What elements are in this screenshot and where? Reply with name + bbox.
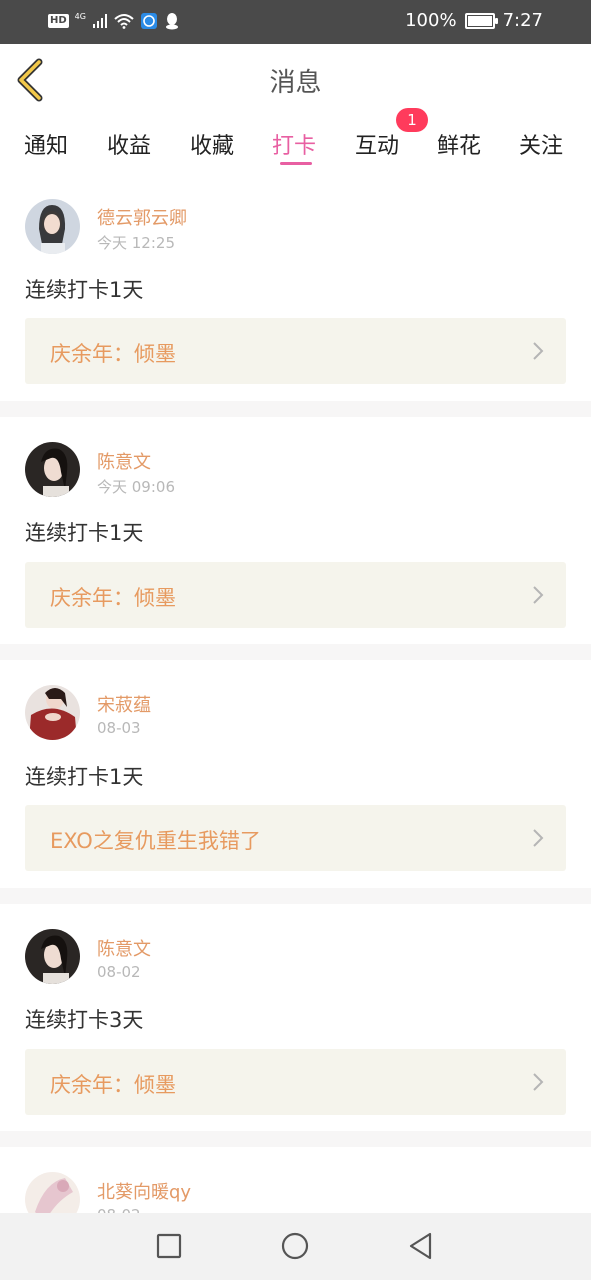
user-name[interactable]: 陈意文: [97, 448, 151, 474]
status-bar: HD 4G 100% 7:27: [0, 0, 591, 44]
message-time: 08-03: [97, 719, 141, 737]
avatar[interactable]: [25, 199, 80, 254]
back-button[interactable]: [406, 1231, 436, 1261]
user-name[interactable]: 德云郭云卿: [97, 204, 187, 230]
message-time: 08-02: [97, 1206, 141, 1213]
message-text: 连续打卡3天: [25, 1008, 144, 1032]
tab-bar: 通知 收益 收藏 打卡 互动 鲜花 关注: [0, 116, 591, 176]
tab-favorites[interactable]: 收藏: [190, 128, 234, 160]
status-icons-right: 100% 7:27: [405, 10, 543, 31]
message-card: 宋菽蕴 08-03 连续打卡1天 EXO之复仇重生我错了: [0, 660, 591, 888]
user-name[interactable]: 北葵向暖qy: [97, 1178, 191, 1204]
user-name[interactable]: 陈意文: [97, 935, 151, 961]
book-title: 庆余年：倾墨: [50, 1073, 176, 1097]
tab-flowers[interactable]: 鲜花: [437, 128, 481, 160]
tab-earnings[interactable]: 收益: [107, 128, 151, 160]
message-card: 陈意文 今天 09:06 连续打卡1天 庆余年：倾墨: [0, 417, 591, 644]
avatar[interactable]: [25, 442, 80, 497]
book-title: 庆余年：倾墨: [50, 586, 176, 610]
message-time: 今天 09:06: [97, 478, 175, 496]
hd-indicator: HD: [48, 14, 69, 28]
chevron-right-icon: [533, 1073, 544, 1091]
app-notification-icon: [140, 13, 157, 29]
status-icons-left: HD 4G: [48, 12, 180, 30]
interaction-badge: 1: [396, 108, 428, 132]
book-link[interactable]: 庆余年：倾墨: [25, 318, 566, 384]
divider: [0, 888, 591, 904]
signal-icon: [92, 14, 107, 28]
message-card: 陈意文 08-02 连续打卡3天 庆余年：倾墨: [0, 904, 591, 1131]
user-name[interactable]: 宋菽蕴: [97, 691, 151, 717]
message-time: 今天 12:25: [97, 234, 175, 252]
system-navigation-bar: [0, 1213, 591, 1280]
avatar[interactable]: [25, 929, 80, 984]
divider: [0, 1131, 591, 1147]
chevron-right-icon: [533, 586, 544, 604]
network-type-label: 4G: [74, 11, 86, 21]
message-card: 北葵向暖qy 08-02: [0, 1147, 591, 1213]
book-link[interactable]: EXO之复仇重生我错了: [25, 805, 566, 871]
chevron-right-icon: [533, 829, 544, 847]
recent-apps-button[interactable]: [154, 1231, 184, 1261]
message-text: 连续打卡1天: [25, 278, 144, 302]
tab-follow[interactable]: 关注: [519, 128, 563, 160]
header: 消息: [0, 44, 591, 116]
avatar[interactable]: [25, 1172, 80, 1213]
wifi-icon: [114, 14, 134, 29]
message-text: 连续打卡1天: [25, 765, 144, 789]
qq-icon: [165, 13, 178, 30]
divider: [0, 644, 591, 660]
book-link[interactable]: 庆余年：倾墨: [25, 1049, 566, 1115]
message-time: 08-02: [97, 963, 141, 981]
battery-percent: 100%: [405, 10, 457, 31]
message-card: 德云郭云卿 今天 12:25 连续打卡1天 庆余年：倾墨: [0, 176, 591, 401]
home-button[interactable]: [280, 1231, 310, 1261]
page-title: 消息: [269, 68, 322, 98]
clock: 7:27: [502, 10, 543, 31]
active-tab-indicator: [280, 162, 312, 165]
tab-checkin[interactable]: 打卡: [272, 128, 316, 160]
tab-notifications[interactable]: 通知: [24, 128, 68, 160]
tab-interaction[interactable]: 互动: [355, 128, 399, 160]
book-link[interactable]: 庆余年：倾墨: [25, 562, 566, 628]
message-text: 连续打卡1天: [25, 521, 144, 545]
avatar[interactable]: [25, 685, 80, 740]
battery-icon: [464, 12, 498, 29]
divider: [0, 401, 591, 417]
book-title: EXO之复仇重生我错了: [50, 829, 261, 853]
chevron-right-icon: [533, 342, 544, 360]
book-title: 庆余年：倾墨: [50, 342, 176, 366]
